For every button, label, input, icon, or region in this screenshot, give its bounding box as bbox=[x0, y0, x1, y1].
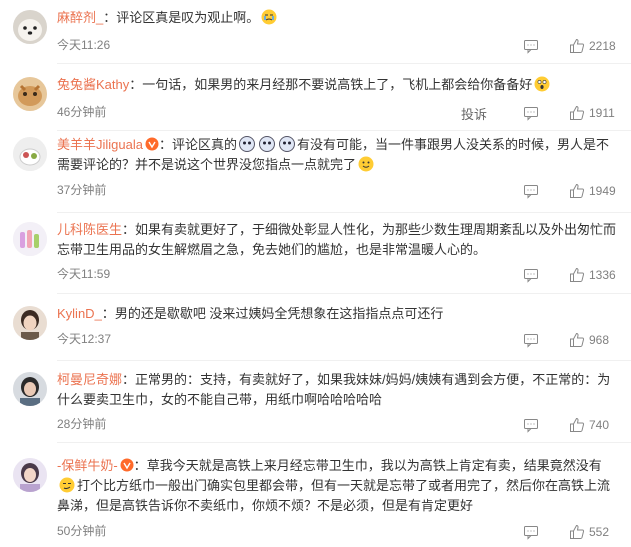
comment-time: 今天11:59 bbox=[57, 267, 111, 281]
comment-time: 50分钟前 bbox=[57, 524, 107, 538]
comment-item: 儿科陈医生：如果有卖就更好了，于细微处彰显人性化，为那些少数生理周期紊乱以及外出… bbox=[0, 222, 631, 288]
comment-time: 37分钟前 bbox=[57, 183, 107, 197]
avatar[interactable] bbox=[13, 137, 47, 171]
avatar[interactable] bbox=[13, 77, 47, 111]
comment-author[interactable]: 美羊羊Jiliguala bbox=[57, 137, 143, 152]
avatar[interactable] bbox=[13, 10, 47, 44]
crying-emoji-icon bbox=[261, 9, 277, 25]
like-count: 1949 bbox=[589, 184, 616, 198]
divider bbox=[57, 442, 631, 443]
smirk-emoji-icon bbox=[59, 477, 75, 493]
comment-text: 评论区真是叹为观止啊。 bbox=[116, 10, 260, 25]
comment-icon[interactable] bbox=[523, 38, 539, 54]
comment-icon[interactable] bbox=[523, 183, 539, 199]
avatar[interactable] bbox=[13, 306, 47, 340]
comment-author[interactable]: -保鲜牛奶- bbox=[57, 458, 118, 473]
face-emoji-icon bbox=[239, 136, 256, 152]
like-count: 1911 bbox=[589, 106, 615, 120]
comment-item: -保鲜牛奶- ：草我今天就是高铁上来月经忘带卫生巾，我以为高铁上肯定有卖，结果竟然… bbox=[0, 458, 631, 547]
comment-author[interactable]: 兔兔酱Kathy bbox=[57, 77, 129, 92]
comment-icon[interactable] bbox=[523, 267, 539, 283]
vip-badge-icon bbox=[145, 137, 159, 151]
face-emoji-icon bbox=[279, 136, 296, 152]
comment-text: 评论区真的 bbox=[172, 137, 238, 152]
comment-item: 柯曼尼奇娜：正常男的：支持，有卖就好了，如果我妹妹/妈妈/姨姨有遇到会方便，不正… bbox=[0, 372, 631, 438]
comment-text: 正常男的：支持，有卖就好了，如果我妹妹/妈妈/姨姨有遇到会方便，不正常的：为什么… bbox=[57, 372, 611, 407]
divider bbox=[57, 360, 631, 361]
comment-author[interactable]: 柯曼尼奇娜 bbox=[57, 372, 122, 387]
like-count: 1336 bbox=[589, 268, 616, 282]
thumb-up-icon bbox=[569, 38, 585, 54]
comment-text: 草我今天就是高铁上来月经忘带卫生巾，我以为高铁上肯定有卖，结果竟然没有 bbox=[146, 458, 602, 473]
like-button[interactable]: 2218 bbox=[569, 38, 617, 54]
shocked-emoji-icon bbox=[534, 76, 550, 92]
comment-item: 麻醉剂_：评论区真是叹为观止啊。 今天11:26 2218 bbox=[0, 9, 631, 70]
face-emoji-icon bbox=[259, 136, 276, 152]
divider bbox=[57, 63, 631, 64]
thumb-up-icon bbox=[569, 332, 585, 348]
like-button[interactable]: 740 bbox=[569, 417, 617, 433]
like-button[interactable]: 968 bbox=[569, 332, 617, 348]
divider bbox=[57, 212, 631, 213]
comment-author[interactable]: 麻醉剂_ bbox=[57, 10, 103, 25]
thumb-up-icon bbox=[569, 267, 585, 283]
thumb-up-icon bbox=[569, 183, 585, 199]
comment-text: 一句话，如果男的来月经那不要说高铁上了，飞机上都会给你备备好 bbox=[142, 77, 533, 92]
comment-author[interactable]: KylinD_ bbox=[57, 306, 102, 321]
comment-item: 美羊羊Jiliguala ：评论区真的 有没有可能，当一件事跟男人没关系的时候，男人… bbox=[0, 136, 631, 205]
comment-text: 打个比方纸巾一般出门确实包里都会带，但有一天就是忘带了或者用完了，然后你在高铁上… bbox=[57, 478, 611, 513]
avatar[interactable] bbox=[13, 222, 47, 256]
report-button[interactable]: 投诉 bbox=[461, 104, 487, 123]
avatar[interactable] bbox=[13, 458, 47, 492]
thumb-up-icon bbox=[569, 417, 585, 433]
comment-time: 46分钟前 bbox=[57, 105, 107, 119]
comment-icon[interactable] bbox=[523, 524, 539, 540]
like-count: 552 bbox=[589, 525, 610, 539]
like-count: 968 bbox=[589, 333, 610, 347]
comment-item: 兔兔酱Kathy：一句话，如果男的来月经那不要说高铁上了，飞机上都会给你备备好 … bbox=[0, 76, 631, 137]
comment-time: 今天12:37 bbox=[57, 332, 112, 346]
thumb-up-icon bbox=[569, 524, 585, 540]
like-button[interactable]: 1911 bbox=[569, 105, 617, 121]
like-button[interactable]: 1336 bbox=[569, 267, 617, 283]
comment-time: 28分钟前 bbox=[57, 417, 107, 431]
comment-icon[interactable] bbox=[523, 417, 539, 433]
comment-icon[interactable] bbox=[523, 105, 539, 121]
thumb-up-icon bbox=[569, 105, 585, 121]
smile-emoji-icon bbox=[358, 156, 374, 172]
vip-badge-icon bbox=[120, 458, 134, 472]
like-count: 2218 bbox=[589, 39, 616, 53]
comment-author[interactable]: 儿科陈医生 bbox=[57, 222, 122, 237]
like-button[interactable]: 552 bbox=[569, 524, 617, 540]
comment-text: 男的还是歇歇吧 没来过姨妈全凭想象在这指指点点可还行 bbox=[114, 306, 444, 321]
like-button[interactable]: 1949 bbox=[569, 183, 617, 199]
comment-item: KylinD_：男的还是歇歇吧 没来过姨妈全凭想象在这指指点点可还行 今天12:… bbox=[0, 306, 631, 352]
divider bbox=[57, 130, 631, 131]
divider bbox=[57, 293, 631, 294]
avatar[interactable] bbox=[13, 372, 47, 406]
comment-time: 今天11:26 bbox=[57, 38, 111, 52]
like-count: 740 bbox=[589, 418, 610, 432]
comment-text: 如果有卖就更好了，于细微处彰显人性化，为那些少数生理周期紊乱以及外出匆忙而忘带卫… bbox=[57, 222, 617, 257]
comment-icon[interactable] bbox=[523, 332, 539, 348]
